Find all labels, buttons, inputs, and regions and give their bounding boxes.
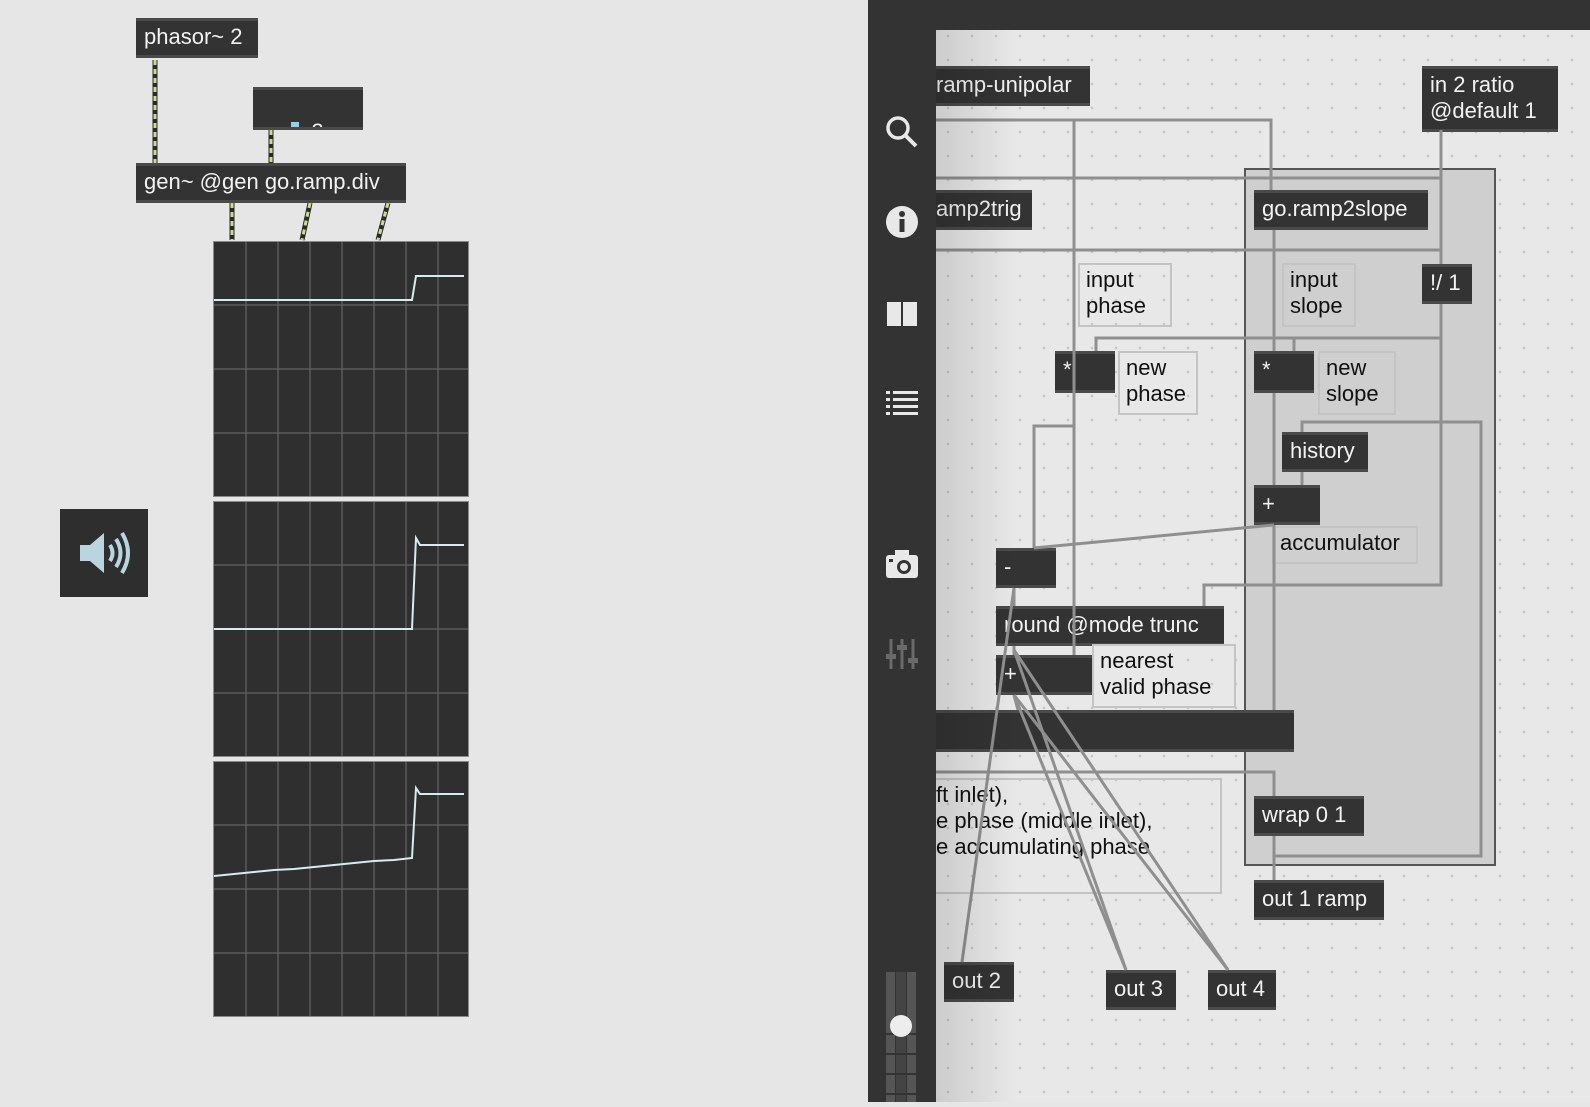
info-button[interactable]	[878, 198, 926, 246]
left-patcher-canvas[interactable]: phasor~ 2 3. gen~ @gen go.ramp.div	[0, 0, 868, 1102]
mixer-button[interactable]	[878, 630, 926, 678]
camera-icon	[886, 550, 918, 578]
scope-2-trace	[214, 502, 468, 756]
scope-2[interactable]	[213, 501, 469, 757]
number-box[interactable]: 3.	[253, 87, 363, 130]
sidebar-toolbar	[868, 0, 936, 1102]
audio-on-button[interactable]	[60, 509, 148, 597]
search-button[interactable]	[878, 108, 926, 156]
arrow-down-icon	[291, 122, 300, 127]
gen-patcher-canvas[interactable]: ramp-unipolar amp2trig in 2 ratio @defau…	[936, 0, 1590, 1102]
info-icon	[886, 206, 918, 238]
phasor-object[interactable]: phasor~ 2	[136, 18, 258, 58]
scope-3[interactable]	[213, 761, 469, 1017]
gen-patch-cords	[936, 118, 1483, 971]
gen-object[interactable]: gen~ @gen go.ramp.div	[136, 163, 406, 203]
number-box-value: 3.	[311, 119, 329, 127]
zoom-slider[interactable]	[884, 972, 918, 1102]
snapshot-button[interactable]	[878, 540, 926, 588]
columns-icon	[887, 302, 917, 326]
scope-1[interactable]	[213, 241, 469, 497]
columns-button[interactable]	[878, 290, 926, 338]
phasor-object-text: phasor~ 2	[144, 24, 243, 49]
speaker-icon	[80, 531, 130, 575]
zoom-slider-graphic	[884, 972, 918, 1102]
list-button[interactable]	[878, 380, 926, 428]
search-icon	[886, 116, 918, 148]
mixer-icon	[886, 639, 918, 669]
list-icon	[886, 391, 918, 415]
scope-1-trace	[214, 242, 468, 496]
scope-3-trace	[213, 762, 468, 1016]
gen-object-text: gen~ @gen go.ramp.div	[144, 169, 380, 194]
